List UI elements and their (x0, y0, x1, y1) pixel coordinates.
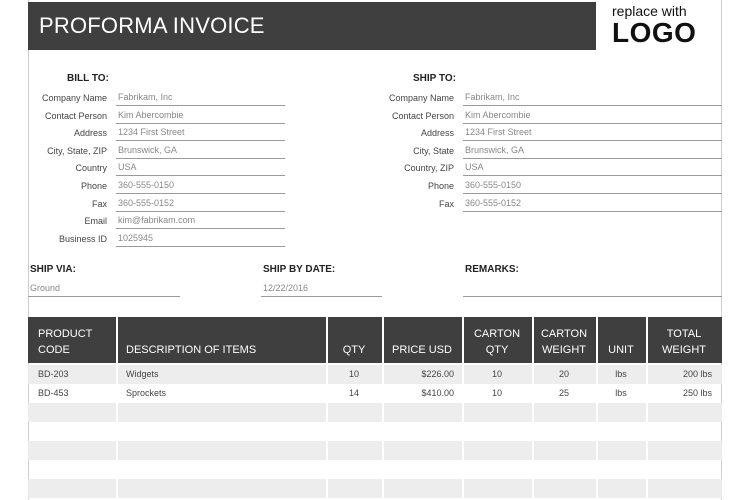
col-carton-qty: CARTON QTY (473, 328, 521, 356)
ship-to-field-value[interactable]: Kim Abercombie (463, 109, 722, 124)
ship-to-field-label: Address (420, 128, 454, 139)
cell-price[interactable]: $226.00 (382, 365, 462, 384)
title-bar: PROFORMA INVOICE (28, 2, 596, 50)
bill-to-field-label: Country (75, 163, 107, 174)
table-row (28, 422, 722, 441)
bill-to-field-label: Business ID (58, 233, 107, 244)
col-product-code: PRODUCT CODE (38, 328, 93, 356)
column-divider (596, 317, 598, 500)
remarks-field[interactable] (463, 282, 722, 297)
bill-to-field-label: Contact Person (44, 110, 107, 121)
ship-to-field-label: Contact Person (391, 110, 454, 121)
bill-to-field-value[interactable]: 360-555-0150 (116, 179, 285, 194)
ship-to-field-value[interactable]: 360-555-0150 (463, 179, 722, 194)
cell-carton-qty[interactable]: 10 (462, 384, 532, 403)
remarks-label: REMARKS: (465, 264, 519, 275)
bill-to-heading: BILL TO: (67, 73, 109, 84)
col-qty: QTY (342, 344, 366, 356)
column-divider (116, 317, 118, 500)
ship-to-field-label: Phone (427, 181, 454, 191)
col-description: DESCRIPTION OF ITEMS (126, 344, 257, 356)
bill-to-field-value[interactable]: Brunswick, GA (116, 144, 285, 159)
cell-total-weight[interactable]: 200 lbs (646, 365, 722, 384)
column-divider (532, 317, 534, 500)
logo-placeholder: replace with LOGO (612, 3, 722, 49)
column-divider (646, 317, 648, 500)
bill-to-field-value[interactable]: kim@fabrikam.com (116, 214, 285, 230)
bill-to-field-value[interactable]: Fabrikam, Inc (116, 91, 285, 106)
cell-unit[interactable]: lbs (596, 365, 646, 384)
cell-product-code[interactable]: BD-203 (28, 365, 116, 384)
bill-to-field-label: Address (73, 128, 107, 139)
cell-price[interactable]: $410.00 (382, 384, 462, 403)
cell-qty[interactable]: 14 (326, 384, 382, 403)
ship-to-field-value[interactable]: 360-555-0152 (463, 197, 722, 212)
col-carton-weight: CARTON WEIGHT (540, 328, 588, 356)
bill-to-field-label: Fax (91, 198, 107, 209)
col-price: PRICE USD (392, 344, 452, 356)
cell-qty[interactable]: 10 (326, 365, 382, 384)
bill-to-field-label: Email (84, 216, 107, 227)
ship-to-field-label: Company Name (388, 93, 454, 103)
ship-to-field-label: Fax (438, 198, 454, 209)
cell-description[interactable]: Sprockets (116, 384, 326, 403)
bill-to-field-value[interactable]: 1025945 (116, 232, 285, 247)
table-row (28, 460, 722, 479)
ship-to-heading: SHIP TO: (413, 73, 456, 84)
bill-to-field-label: Phone (80, 181, 107, 191)
column-divider (326, 317, 328, 500)
ship-to-field-label: Country, ZIP (404, 163, 454, 174)
bill-to-field-value[interactable]: 360-555-0152 (116, 197, 285, 212)
ship-via-label: SHIP VIA: (30, 264, 76, 275)
table-row (28, 403, 722, 422)
ship-by-date-label: SHIP BY DATE: (263, 264, 336, 275)
col-unit: UNIT (608, 344, 634, 356)
cell-total-weight[interactable]: 250 lbs (646, 384, 722, 403)
ship-by-date-field[interactable]: 12/22/2016 (261, 282, 382, 297)
items-table-header: PRODUCT CODE DESCRIPTION OF ITEMS QTY PR… (28, 317, 722, 363)
table-row (28, 479, 722, 498)
ship-via-field[interactable]: Ground (28, 282, 180, 297)
logo-text: LOGO (612, 17, 697, 48)
ship-to-field-value[interactable]: 1234 First Street (463, 126, 722, 142)
cell-carton-weight[interactable]: 20 (532, 365, 596, 384)
cell-carton-weight[interactable]: 25 (532, 384, 596, 403)
page-title: PROFORMA INVOICE (39, 13, 265, 38)
bill-to-field-value[interactable]: 1234 First Street (116, 126, 285, 142)
col-total-weight: TOTAL WEIGHT (662, 328, 706, 356)
bill-to-field-value[interactable]: USA (116, 161, 285, 177)
cell-unit[interactable]: lbs (596, 384, 646, 403)
table-row (28, 441, 722, 460)
cell-carton-qty[interactable]: 10 (462, 365, 532, 384)
bill-to-field-label: City, State, ZIP (47, 145, 107, 156)
table-row: BD-453 Sprockets 14 $410.00 10 25 lbs 250 lbs (28, 384, 722, 403)
ship-to-field-value[interactable]: USA (463, 161, 722, 177)
bill-to-field-label: Company Name (41, 93, 107, 103)
ship-to-field-label: City, State (413, 145, 454, 156)
bill-to-field-value[interactable]: Kim Abercombie (116, 109, 285, 124)
table-row: BD-203 Widgets 10 $226.00 10 20 lbs 200 lbs (28, 365, 722, 384)
cell-product-code[interactable]: BD-453 (28, 384, 116, 403)
ship-to-field-value[interactable]: Brunswick, GA (463, 144, 722, 159)
cell-description[interactable]: Widgets (116, 365, 326, 384)
ship-to-field-value[interactable]: Fabrikam, Inc (463, 91, 722, 106)
column-divider (382, 317, 384, 500)
column-divider (462, 317, 464, 500)
